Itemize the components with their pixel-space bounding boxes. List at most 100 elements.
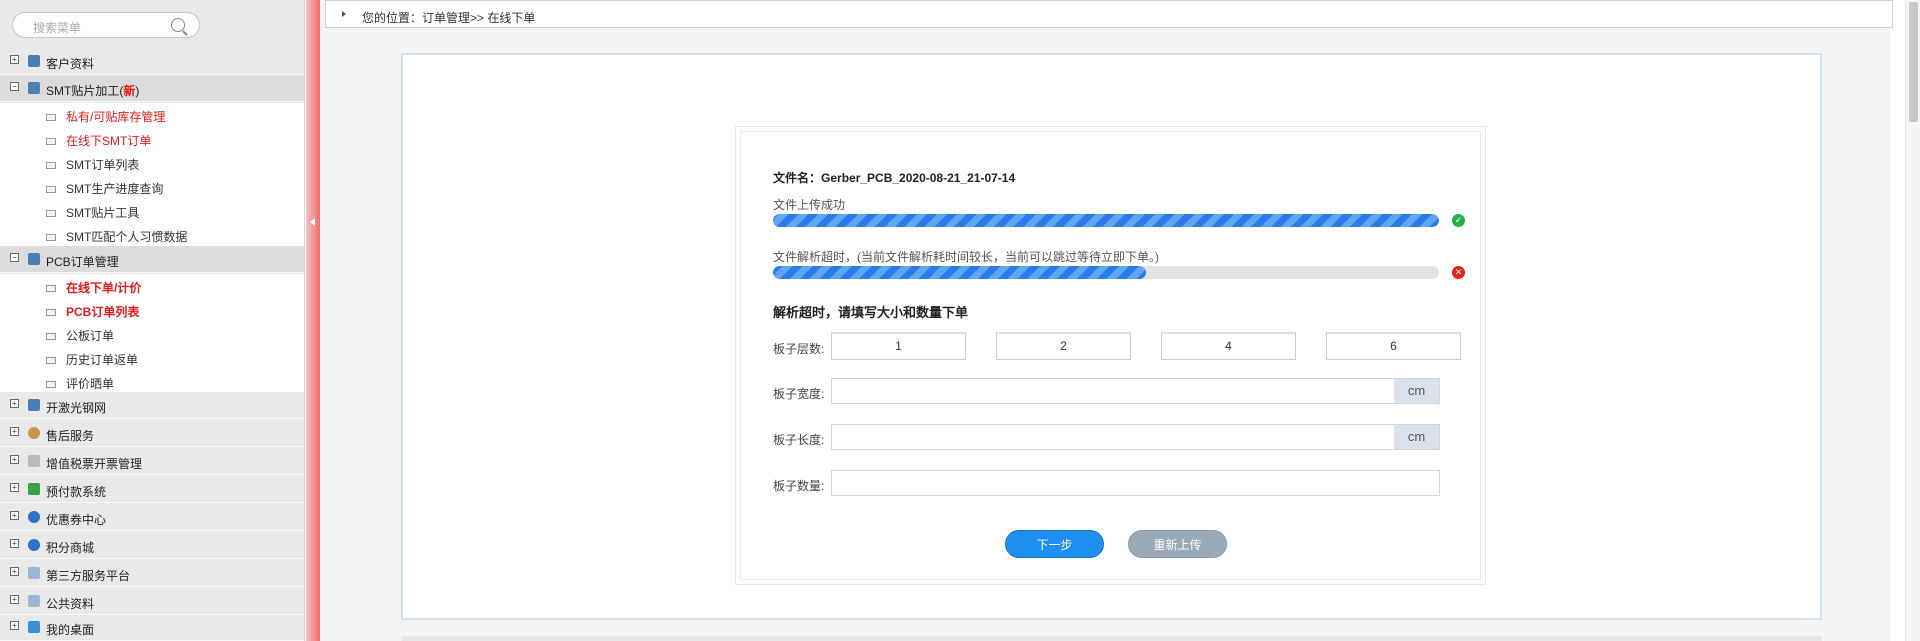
collapse-icon[interactable]: −	[10, 82, 19, 91]
upload-card-inner: 文件名：Gerber_PCB_2020-08-21_21-07-14 文件上传成…	[740, 131, 1481, 580]
caret-right-icon	[342, 11, 346, 17]
collapse-icon[interactable]: −	[10, 253, 19, 262]
chat-icon	[28, 621, 40, 633]
expand-icon[interactable]: +	[10, 539, 19, 548]
page-icon	[46, 186, 56, 193]
expand-icon[interactable]: +	[10, 595, 19, 604]
person-icon	[28, 427, 40, 439]
invoice-icon	[28, 455, 40, 467]
sidebar-item-smt-habits[interactable]: SMT匹配个人习惯数据	[0, 223, 304, 247]
page-icon	[46, 285, 56, 292]
file-name: 文件名：Gerber_PCB_2020-08-21_21-07-14	[773, 171, 1016, 185]
expand-icon[interactable]: +	[10, 55, 19, 64]
sidebar-group-prepayment[interactable]: + 预付款系统	[0, 476, 304, 503]
sidebar-group-coupons[interactable]: + 优惠券中心	[0, 504, 304, 531]
sidebar-group-smt[interactable]: − SMT贴片加工(新)	[0, 75, 304, 102]
page-icon	[46, 210, 56, 217]
expand-icon[interactable]: +	[10, 483, 19, 492]
sidebar-item-pcb-reorder[interactable]: 历史订单返单	[0, 346, 304, 370]
search-box[interactable]: 搜索菜单	[12, 12, 200, 38]
vertical-scrollbar[interactable]	[1905, 0, 1920, 641]
layer-option-6[interactable]: 6	[1326, 332, 1461, 360]
window-icon	[28, 595, 40, 607]
sidebar-item-smt-order-online[interactable]: 在线下SMT订单	[0, 127, 304, 151]
user-card-icon	[28, 55, 40, 67]
page-icon	[46, 381, 56, 388]
quantity-field[interactable]	[831, 470, 1440, 496]
width-unit: cm	[1394, 379, 1439, 403]
sidebar-item-smt-order-list[interactable]: SMT订单列表	[0, 151, 304, 175]
next-step-button[interactable]: 下一步	[1005, 530, 1104, 558]
upload-status-text: 文件上传成功	[773, 198, 846, 212]
sidebar-group-customer[interactable]: + 客户资料	[0, 48, 304, 75]
sidebar-group-desktop[interactable]: + 我的桌面	[0, 614, 304, 641]
sidebar-item-smt-inventory[interactable]: 私有/可贴库存管理	[0, 103, 304, 127]
sidebar-item-pcb-review[interactable]: 评价晒单	[0, 370, 304, 394]
shield-icon	[28, 511, 40, 523]
expand-icon[interactable]: +	[10, 399, 19, 408]
sidebar: 搜索菜单 + 客户资料 − SMT贴片加工(新) 私有/可贴库存管理 在线下SM…	[0, 0, 305, 641]
chevron-left-icon[interactable]	[310, 218, 315, 226]
page-icon	[46, 162, 56, 169]
sidebar-group-third-party[interactable]: + 第三方服务平台	[0, 560, 304, 587]
sidebar-group-label: 预付款系统	[46, 485, 107, 499]
page-icon	[46, 138, 56, 145]
error-circle-icon: ✕	[1452, 266, 1465, 279]
expand-icon[interactable]: +	[10, 511, 19, 520]
section-title: 解析超时，请填写大小和数量下单	[773, 305, 969, 320]
expand-icon[interactable]: +	[10, 621, 19, 630]
sidebar-group-label: 第三方服务平台	[46, 569, 131, 583]
sidebar-item-smt-progress[interactable]: SMT生产进度查询	[0, 175, 304, 199]
search-input[interactable]: 搜索菜单	[33, 19, 81, 36]
scrollbar-thumb[interactable]	[1909, 2, 1918, 122]
upload-progress-bar	[773, 214, 1439, 227]
expand-icon[interactable]: +	[10, 427, 19, 436]
sidebar-group-label: 优惠券中心	[46, 513, 107, 527]
layer-option-1[interactable]: 1	[831, 332, 966, 360]
sidebar-group-label: 开激光钢网	[46, 401, 107, 415]
money-icon	[28, 483, 40, 495]
width-field[interactable]: cm	[831, 378, 1440, 404]
length-field[interactable]: cm	[831, 424, 1440, 450]
sidebar-collapse-bar[interactable]	[306, 0, 320, 641]
pcb-submenu: 在线下单/计价 PCB订单列表 公板订单 历史订单返单 评价晒单	[0, 274, 304, 394]
layers-label: 板子层数:	[773, 342, 825, 356]
expand-icon[interactable]: +	[10, 455, 19, 464]
width-label: 板子宽度:	[773, 387, 825, 401]
sidebar-group-label: PCB订单管理	[46, 255, 119, 269]
page-icon	[46, 234, 56, 241]
parse-progress-fill	[773, 266, 1146, 279]
grid-icon	[28, 399, 40, 411]
length-label: 板子长度:	[773, 433, 825, 447]
expand-icon[interactable]: +	[10, 567, 19, 576]
sidebar-group-invoice[interactable]: + 增值税票开票管理	[0, 448, 304, 475]
window-icon	[28, 567, 40, 579]
sidebar-group-public-data[interactable]: + 公共资料	[0, 588, 304, 615]
sidebar-group-stencil[interactable]: + 开激光钢网	[0, 392, 304, 419]
content-bottom-strip	[401, 636, 1822, 641]
sidebar-group-after-sales[interactable]: + 售后服务	[0, 420, 304, 447]
parse-progress-bar	[773, 266, 1439, 279]
sidebar-group-points-mall[interactable]: + 积分商城	[0, 532, 304, 559]
main-area: 您的位置：订单管理>> 在线下单 文件名：Gerber_PCB_2020-08-…	[320, 0, 1893, 641]
reupload-button[interactable]: 重新上传	[1128, 530, 1227, 558]
upload-progress-fill	[773, 214, 1439, 227]
smt-submenu: 私有/可贴库存管理 在线下SMT订单 SMT订单列表 SMT生产进度查询 SMT…	[0, 103, 304, 247]
upload-card: 文件名：Gerber_PCB_2020-08-21_21-07-14 文件上传成…	[735, 126, 1486, 585]
page-icon	[46, 309, 56, 316]
sidebar-item-pcb-online-order[interactable]: 在线下单/计价	[0, 274, 304, 298]
search-icon[interactable]	[171, 18, 185, 32]
sidebar-group-label: SMT贴片加工(新)	[46, 84, 140, 98]
page-icon	[46, 333, 56, 340]
layer-option-2[interactable]: 2	[996, 332, 1131, 360]
sidebar-group-pcb[interactable]: − PCB订单管理	[0, 246, 304, 273]
sidebar-group-label: 增值税票开票管理	[46, 457, 143, 471]
sidebar-group-label: 我的桌面	[46, 623, 95, 637]
sidebar-item-pcb-order-list[interactable]: PCB订单列表	[0, 298, 304, 322]
sidebar-item-pcb-panel-order[interactable]: 公板订单	[0, 322, 304, 346]
parse-status-text: 文件解析超时，(当前文件解析耗时间较长，当前可以跳过等待立即下单。)	[773, 250, 1159, 264]
layer-option-4[interactable]: 4	[1161, 332, 1296, 360]
sidebar-item-smt-tools[interactable]: SMT贴片工具	[0, 199, 304, 223]
page-icon	[46, 114, 56, 121]
grid-icon	[28, 253, 40, 265]
